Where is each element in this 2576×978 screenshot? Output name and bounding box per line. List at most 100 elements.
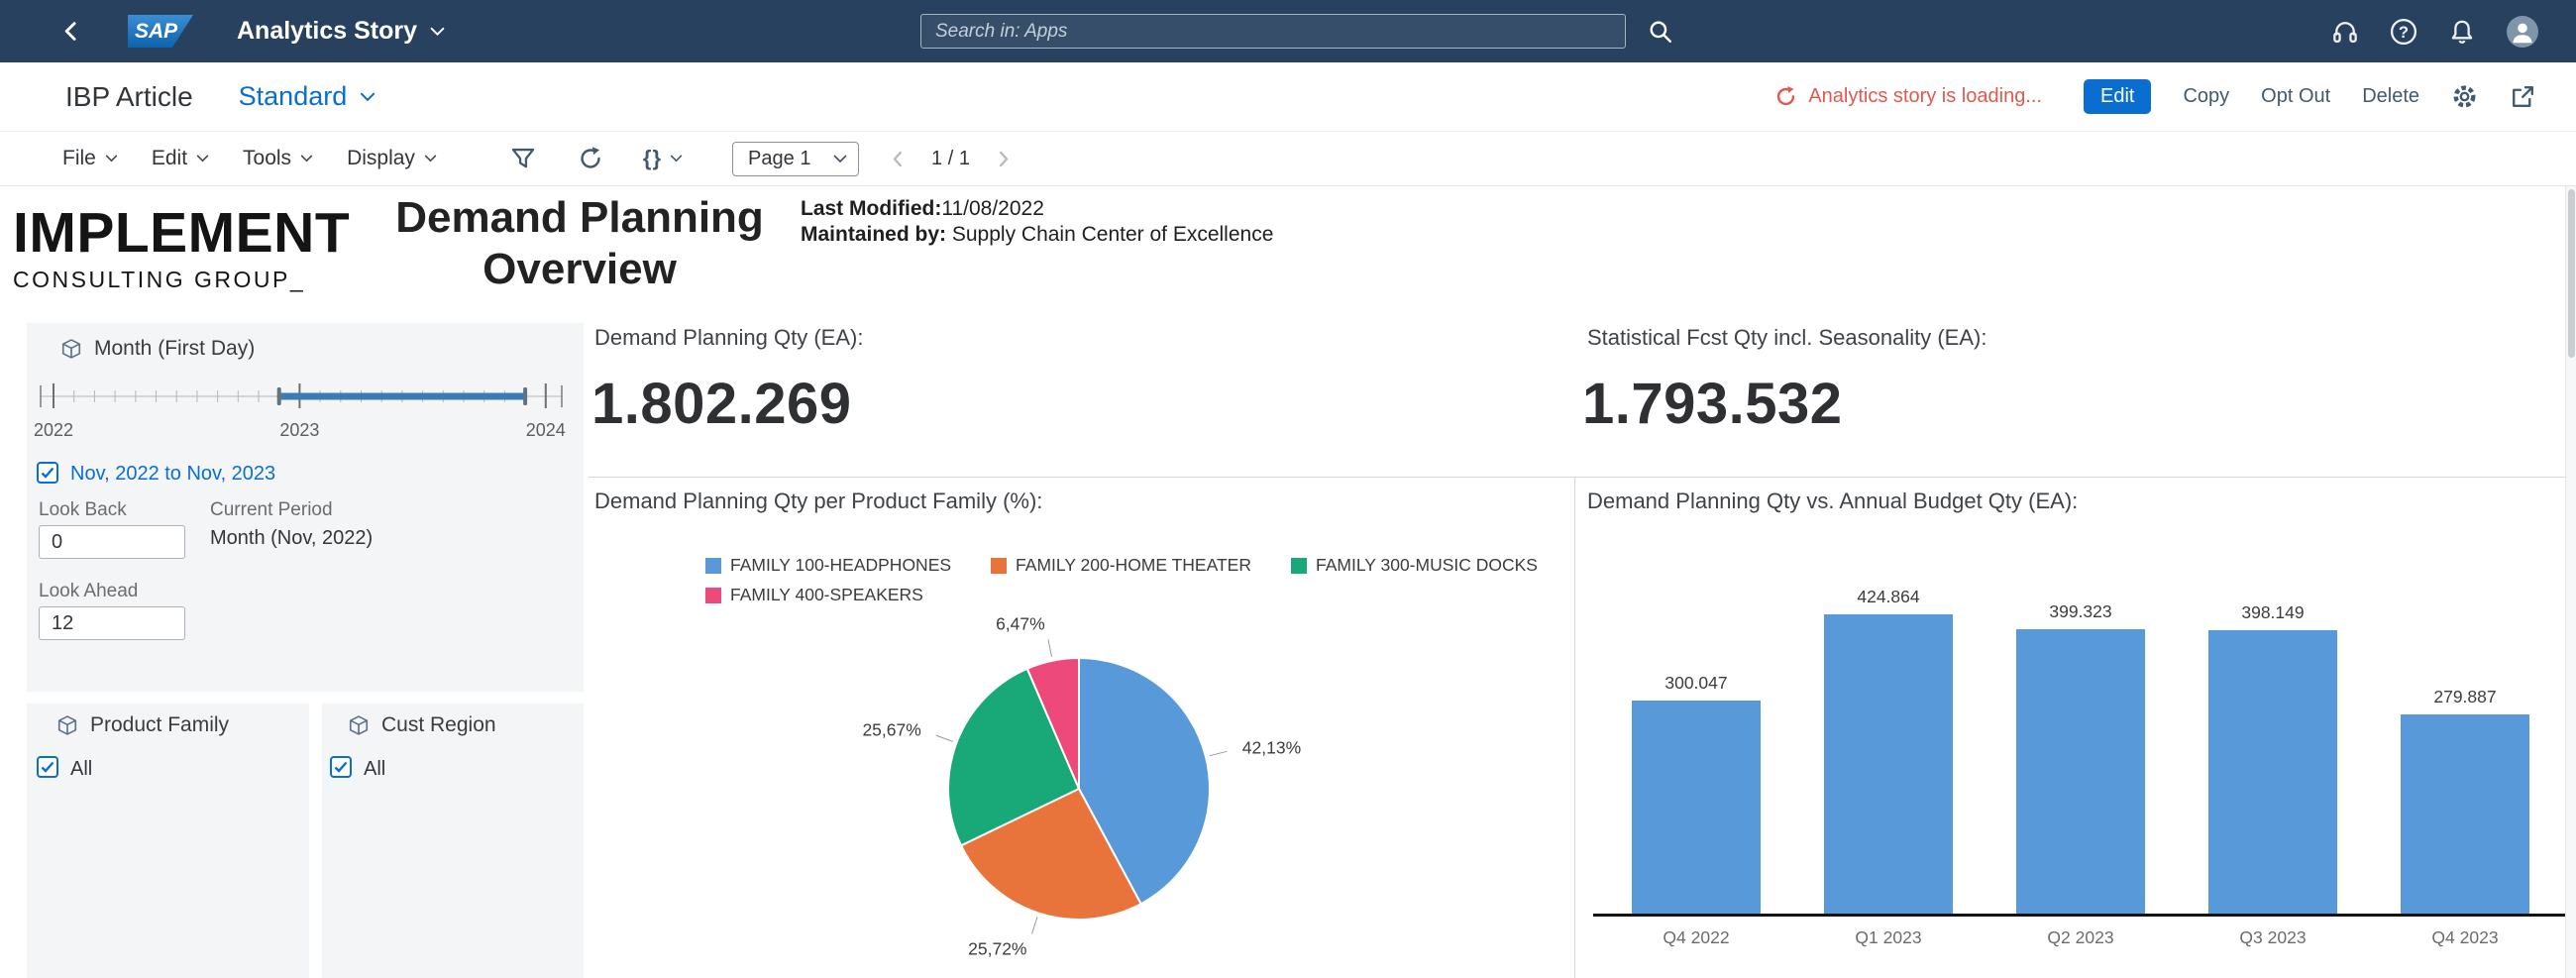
company-logo: IMPLEMENT CONSULTING GROUP_ (13, 204, 350, 293)
bar-rect[interactable] (1824, 614, 1953, 914)
legend-swatch (705, 558, 721, 574)
variant-selector[interactable]: Standard (239, 81, 376, 112)
look-back-input[interactable] (39, 525, 185, 559)
legend-swatch (991, 558, 1007, 574)
menu-tools-label: Tools (243, 147, 291, 170)
last-modified-value: 11/08/2022 (941, 197, 1044, 220)
back-button[interactable] (59, 20, 82, 43)
bar-Q3 2023[interactable]: 398.149 (2177, 587, 2369, 914)
avatar (2507, 16, 2538, 48)
time-range-slider[interactable]: 2022 2023 2024 (33, 379, 576, 444)
bar-rect[interactable] (2016, 629, 2145, 914)
pie-value-label: 25,67% (862, 720, 920, 740)
bar-chart[interactable]: 300.047424.864399.323 398.149 279.887 (1600, 587, 2561, 914)
bar-category-label: Q2 2023 (1985, 927, 2177, 948)
legend-label: FAMILY 200-HOME THEATER (1016, 555, 1251, 576)
bar-Q2 2023[interactable]: 399.323 (1985, 587, 2177, 914)
kpi-statistical-fcst-label: Statistical Fcst Qty incl. Seasonality (… (1587, 325, 1986, 351)
help-button[interactable]: ? (2390, 18, 2417, 46)
product-family-all-checkbox[interactable] (37, 756, 58, 778)
product-family-header: Product Family (56, 713, 229, 737)
bar-category-label: Q3 2023 (2177, 927, 2369, 948)
month-filter-panel: Month (First Day) 202220232024 Nov, 2022… (27, 323, 584, 692)
bar-value-label: 398.149 (2241, 602, 2304, 623)
last-modified-label: Last Modified: (801, 197, 941, 220)
story-header-bar: IBP Article Standard Analytics story is … (0, 62, 2576, 132)
app-title-menu[interactable]: Analytics Story (237, 17, 445, 46)
notifications-button[interactable] (2448, 18, 2476, 46)
bar-rect[interactable] (1632, 701, 1761, 914)
search-button[interactable] (1648, 19, 1673, 45)
kpi-statistical-fcst-value: 1.793.532 (1582, 371, 1843, 437)
slider-selected-range[interactable] (279, 393, 525, 400)
range-label[interactable]: Nov, 2022 to Nov, 2023 (70, 463, 275, 486)
sap-logo[interactable]: SAP (128, 15, 193, 48)
slider-end-handle[interactable] (523, 387, 527, 405)
legend-item[interactable]: FAMILY 400-SPEAKERS (705, 585, 923, 605)
opt-out-button[interactable]: Opt Out (2261, 85, 2330, 108)
pie-leader-line (1210, 751, 1227, 755)
slider-axis-label: 2023 (279, 420, 319, 440)
pie-leader-line (1032, 917, 1038, 933)
slider-axis-label: 2024 (526, 420, 566, 440)
loading-status: Analytics story is loading... (1774, 85, 2042, 108)
funnel-icon (510, 146, 536, 171)
copy-button[interactable]: Copy (2183, 85, 2229, 108)
story-actions: Analytics story is loading... Edit Copy … (1774, 79, 2536, 114)
menu-tools[interactable]: Tools (243, 147, 313, 170)
refresh-button[interactable] (578, 146, 603, 171)
edit-button[interactable]: Edit (2084, 79, 2151, 114)
assistant-button[interactable] (2331, 18, 2359, 46)
cust-region-header: Cust Region (348, 713, 496, 737)
legend-item[interactable]: FAMILY 100-HEADPHONES (705, 555, 951, 576)
delete-button[interactable]: Delete (2362, 85, 2419, 108)
menu-file[interactable]: File (62, 147, 118, 170)
range-checkbox[interactable] (37, 462, 58, 484)
product-family-filter-panel: Product Family All (27, 704, 309, 978)
maintained-by-value: Supply Chain Center of Excellence (952, 223, 1274, 246)
script-menu[interactable]: {} (643, 146, 683, 171)
open-in-new-button[interactable] (2510, 83, 2536, 110)
cust-region-label: Cust Region (381, 713, 496, 737)
bar-rect[interactable] (2401, 714, 2529, 914)
settings-button[interactable] (2451, 83, 2478, 110)
slider-start-handle[interactable] (277, 387, 281, 405)
pie-leader-line (936, 735, 953, 741)
previous-page-button[interactable] (889, 150, 908, 168)
bar-category-label: Q4 2022 (1600, 927, 1792, 948)
check-icon (41, 467, 54, 479)
scrollbar-thumb[interactable] (2568, 189, 2575, 358)
legend-label: FAMILY 300-MUSIC DOCKS (1316, 555, 1538, 576)
menu-edit-label: Edit (152, 147, 187, 170)
app-root: SAP Analytics Story ? (0, 0, 2576, 978)
look-ahead-input[interactable] (39, 606, 185, 640)
dimension-cube-icon (348, 714, 370, 736)
slider-axis-label: 2022 (34, 420, 73, 440)
last-modified: Last Modified:11/08/2022 (801, 196, 1273, 222)
company-logo-line2: CONSULTING GROUP_ (13, 267, 350, 293)
sap-logo-text: SAP (135, 20, 177, 44)
pie-chart[interactable]: 42,13%25,72%25,67%6,47% (812, 609, 1347, 978)
next-page-button[interactable] (994, 150, 1013, 168)
bar-Q4 2023[interactable]: 279.887 (2369, 587, 2561, 914)
vertical-scrollbar[interactable] (2565, 186, 2576, 978)
bar-Q4 2022[interactable]: 300.047 (1600, 587, 1792, 914)
menu-edit[interactable]: Edit (152, 147, 209, 170)
refresh-icon (578, 146, 603, 171)
bar-rect[interactable] (2208, 630, 2337, 914)
bar-chart-categories: Q4 2022Q1 2023Q2 2023Q3 2023Q4 2023 (1600, 927, 2561, 948)
headset-icon (2331, 18, 2359, 46)
profile-button[interactable] (2507, 16, 2538, 48)
page-selector[interactable]: Page 1 (732, 142, 859, 176)
menu-display[interactable]: Display (347, 147, 437, 170)
legend-item[interactable]: FAMILY 200-HOME THEATER (991, 555, 1251, 576)
story-title: Demand Planning Overview (332, 192, 827, 295)
search-input[interactable] (920, 14, 1626, 49)
chevron-down-icon (300, 155, 313, 163)
cust-region-all-checkbox[interactable] (330, 756, 352, 778)
bar-Q1 2023[interactable]: 424.864 (1792, 587, 1985, 914)
chevron-left-icon (889, 150, 908, 168)
legend-item[interactable]: FAMILY 300-MUSIC DOCKS (1291, 555, 1538, 576)
look-ahead-label: Look Ahead (39, 581, 138, 602)
filter-button[interactable] (510, 146, 536, 171)
